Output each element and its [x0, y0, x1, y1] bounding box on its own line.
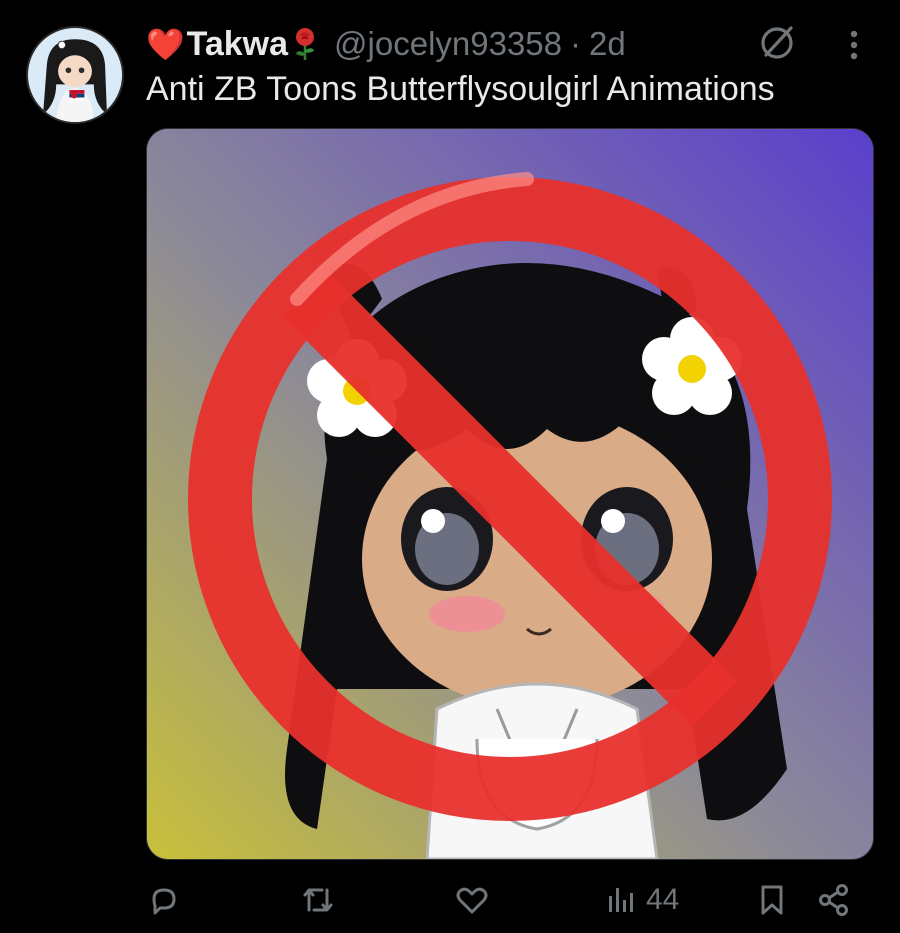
- views-count: 44: [646, 883, 680, 916]
- views-icon: [609, 888, 633, 912]
- tweet-text: Anti ZB Toons Butterflysoulgirl Animatio…: [146, 70, 775, 108]
- share-button[interactable]: [816, 874, 852, 926]
- grok-icon[interactable]: [758, 22, 798, 62]
- author-display-name[interactable]: Takwa: [187, 25, 288, 64]
- tweet[interactable]: ❤️ Takwa @jocelyn93358 · 2d Anti ZB Toon…: [0, 0, 900, 933]
- reply-icon: [152, 888, 176, 915]
- bookmark-button[interactable]: [754, 874, 790, 926]
- prohibited-sign-image: [147, 129, 873, 859]
- post-time[interactable]: 2d: [589, 25, 626, 63]
- heart-icon: [456, 887, 488, 914]
- heart-emoji-icon: ❤️: [146, 26, 185, 62]
- bookmark-icon: [761, 885, 783, 915]
- like-button[interactable]: [454, 874, 490, 926]
- views-button[interactable]: 44: [604, 874, 679, 926]
- repost-button[interactable]: [300, 874, 336, 926]
- share-icon: [819, 884, 848, 916]
- avatar[interactable]: [26, 26, 124, 124]
- tweet-header: ❤️ Takwa @jocelyn93358 · 2d: [146, 22, 626, 66]
- author-handle[interactable]: @jocelyn93358: [334, 25, 562, 63]
- separator-dot: ·: [570, 25, 582, 62]
- tweet-media-image[interactable]: [146, 128, 874, 860]
- repost-icon: [303, 888, 333, 912]
- reply-button[interactable]: [146, 874, 182, 926]
- more-icon[interactable]: [840, 22, 868, 66]
- avatar-image: [28, 28, 122, 122]
- rose-icon: [292, 27, 318, 61]
- action-bar: 44: [146, 874, 886, 926]
